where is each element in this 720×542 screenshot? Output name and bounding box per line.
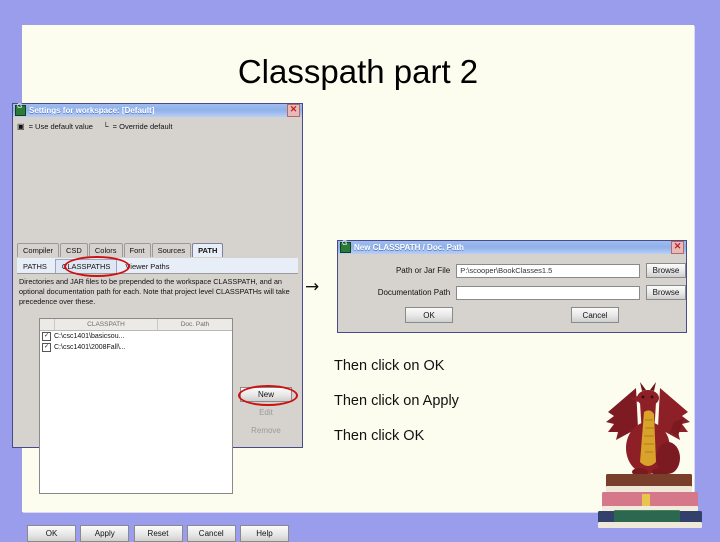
- row-checkbox[interactable]: ✓: [42, 343, 51, 352]
- tab-sources[interactable]: Sources: [151, 243, 192, 257]
- tab-compiler[interactable]: Compiler: [17, 243, 60, 257]
- documentation-path-label: Documentation Path: [377, 288, 451, 297]
- new-classpath-cancel-button[interactable]: Cancel: [571, 307, 619, 323]
- subtab-paths[interactable]: PATHS: [17, 260, 53, 273]
- ok-button[interactable]: OK: [27, 525, 76, 542]
- use-default-label: = Use default value: [28, 122, 93, 131]
- classpath-action-buttons: New Edit Remove: [240, 387, 292, 441]
- documentation-path-input[interactable]: [456, 285, 640, 300]
- tab-colors[interactable]: Colors: [88, 243, 123, 257]
- new-classpath-dialog: New CLASSPATH / Doc. Path ✕ Path or Jar …: [337, 240, 687, 333]
- settings-dialog: Settings for workspace: [Default] ✕ ▣ = …: [12, 103, 303, 542]
- apply-button[interactable]: Apply: [80, 525, 130, 542]
- classpath-list-header: CLASSPATH Doc. Path: [40, 319, 232, 331]
- remove-button: Remove: [240, 423, 292, 438]
- settings-dialog-titlebar: Settings for workspace: [Default] ✕: [13, 103, 302, 117]
- flow-arrow-icon: →: [305, 277, 320, 297]
- table-row[interactable]: ✓ C:\csc1401\2008Fall\...: [40, 342, 232, 353]
- close-icon[interactable]: ✕: [671, 241, 684, 254]
- path-or-jar-input[interactable]: P:\scooper\BookClasses1.5: [456, 263, 640, 278]
- classpath-list[interactable]: CLASSPATH Doc. Path ✓ C:\csc1401\basicso…: [39, 318, 233, 494]
- tab-csd[interactable]: CSD: [60, 243, 88, 257]
- edit-button: Edit: [240, 405, 292, 420]
- help-button[interactable]: Help: [240, 525, 289, 542]
- browse-doc-button[interactable]: Browse: [645, 285, 686, 300]
- classpaths-description: Directories and JAR files to be prepende…: [19, 277, 290, 306]
- list-header-check: [40, 319, 55, 330]
- use-default-glyph-icon: ▣: [17, 122, 25, 131]
- row-classpath-value: C:\csc1401\basicsou...: [54, 333, 125, 340]
- app-icon: [15, 103, 26, 116]
- list-header-classpath: CLASSPATH: [55, 319, 158, 330]
- close-icon[interactable]: ✕: [287, 104, 300, 117]
- new-classpath-ok-button[interactable]: OK: [405, 307, 453, 323]
- settings-dialog-footer: OK Apply Reset Cancel Help: [27, 525, 289, 542]
- tab-path[interactable]: PATH: [192, 243, 224, 257]
- reset-button[interactable]: Reset: [133, 525, 183, 542]
- tab-font[interactable]: Font: [123, 243, 151, 257]
- row-checkbox[interactable]: ✓: [42, 332, 51, 341]
- instruction-list: Then click on OK Then click on Apply The…: [334, 358, 614, 463]
- override-default-label: = Override default: [112, 122, 173, 131]
- dragon-on-books-image: [598, 382, 702, 528]
- page-title: Classpath part 2: [237, 53, 479, 90]
- cancel-button[interactable]: Cancel: [186, 525, 236, 542]
- instruction-line-1: Then click on OK: [334, 358, 445, 374]
- new-classpath-titlebar: New CLASSPATH / Doc. Path ✕: [338, 240, 686, 254]
- settings-dialog-title: Settings for workspace: [Default]: [29, 106, 155, 115]
- subtab-viewer-paths[interactable]: Viewer Paths: [119, 260, 176, 273]
- override-default-glyph-icon: └: [102, 122, 109, 131]
- instruction-line-3: Then click OK: [334, 428, 425, 444]
- row-classpath-value: C:\csc1401\2008Fall\...: [54, 344, 126, 351]
- browse-path-button[interactable]: Browse: [645, 263, 686, 278]
- default-value-legend: ▣ = Use default value └ = Override defau…: [17, 120, 297, 133]
- app-icon: [340, 240, 351, 253]
- list-header-doc-path: Doc. Path: [180, 321, 210, 328]
- path-subtab-strip: PATHS CLASSPATHS Viewer Paths: [17, 258, 298, 274]
- settings-tab-strip: Compiler CSD Colors Font Sources PATH: [17, 243, 298, 257]
- subtab-classpaths[interactable]: CLASSPATHS: [54, 259, 118, 273]
- new-button[interactable]: New: [240, 387, 292, 402]
- instruction-line-2: Then click on Apply: [334, 393, 459, 409]
- table-row[interactable]: ✓ C:\csc1401\basicsou...: [40, 331, 232, 342]
- path-or-jar-label: Path or Jar File: [395, 266, 451, 275]
- new-classpath-title: New CLASSPATH / Doc. Path: [354, 243, 464, 252]
